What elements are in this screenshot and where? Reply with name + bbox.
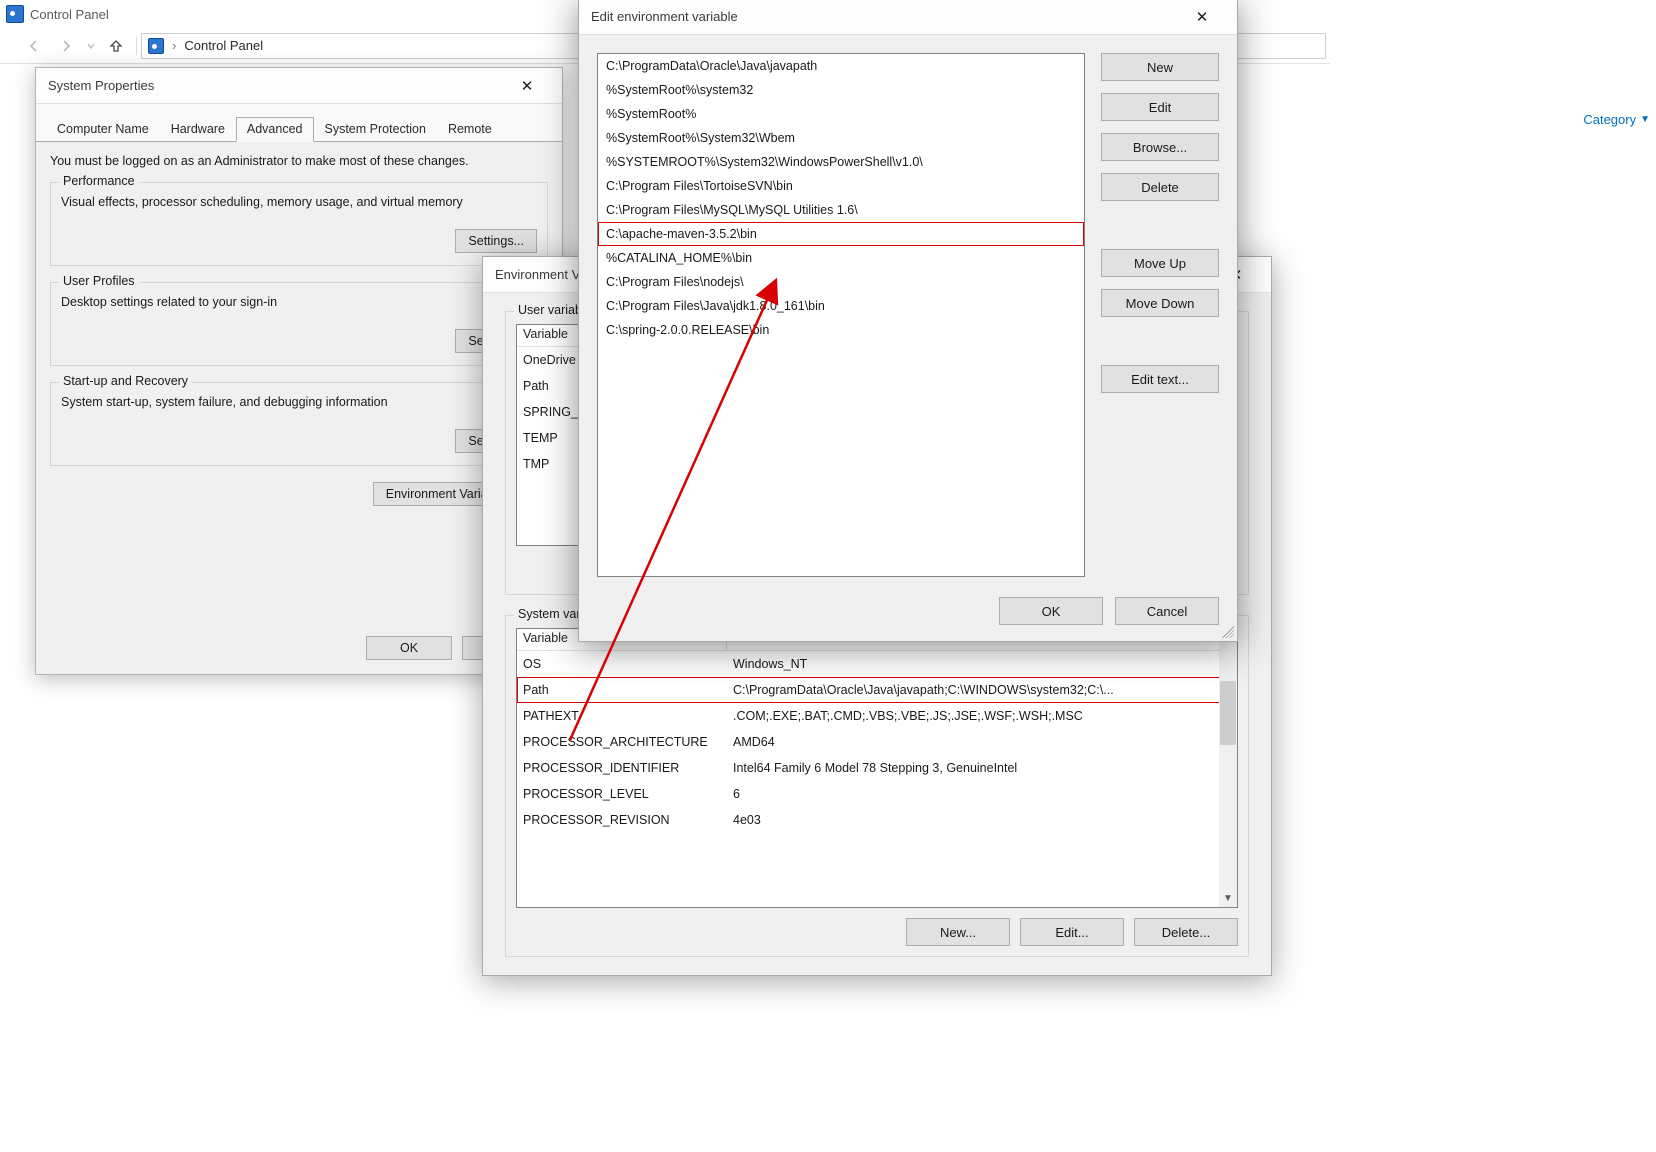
path-entry[interactable]: %SystemRoot% — [598, 102, 1084, 126]
cell-value: 6 — [727, 787, 1237, 801]
breadcrumb-separator-icon: › — [172, 38, 176, 53]
path-entry[interactable]: C:\apache-maven-3.5.2\bin — [598, 222, 1084, 246]
up-button[interactable] — [100, 32, 132, 60]
editdlg-body: C:\ProgramData\Oracle\Java\javapath%Syst… — [579, 35, 1237, 587]
cell-variable: OS — [517, 657, 727, 671]
scrollbar-thumb[interactable] — [1220, 681, 1236, 745]
tab-hardware[interactable]: Hardware — [160, 117, 236, 142]
cell-value: AMD64 — [727, 735, 1237, 749]
startup-recovery-title: Start-up and Recovery — [59, 374, 192, 388]
path-entry[interactable]: C:\ProgramData\Oracle\Java\javapath — [598, 54, 1084, 78]
control-panel-icon — [148, 38, 164, 54]
explorer-title: Control Panel — [30, 7, 109, 22]
sysprops-title: System Properties — [48, 78, 154, 93]
edit-text-button[interactable]: Edit text... — [1101, 365, 1219, 393]
path-entry[interactable]: C:\spring-2.0.0.RELEASE\bin — [598, 318, 1084, 342]
recent-dropdown[interactable] — [82, 32, 100, 60]
cell-variable: PROCESSOR_LEVEL — [517, 787, 727, 801]
cell-value: Windows_NT — [727, 657, 1237, 671]
vertical-scrollbar[interactable]: ▲ ▼ — [1219, 629, 1237, 907]
system-variables-table[interactable]: Variable Value OSWindows_NTPathC:\Progra… — [516, 628, 1238, 908]
path-entry[interactable]: %SystemRoot%\System32\Wbem — [598, 126, 1084, 150]
editdlg-ok-button[interactable]: OK — [999, 597, 1103, 625]
browse-button[interactable]: Browse... — [1101, 133, 1219, 161]
path-entry[interactable]: C:\Program Files\MySQL\MySQL Utilities 1… — [598, 198, 1084, 222]
move-down-button[interactable]: Move Down — [1101, 289, 1219, 317]
tab-system-protection[interactable]: System Protection — [314, 117, 437, 142]
tab-advanced[interactable]: Advanced — [236, 117, 314, 142]
path-entry[interactable]: C:\Program Files\TortoiseSVN\bin — [598, 174, 1084, 198]
table-row[interactable]: PATHEXT.COM;.EXE;.BAT;.CMD;.VBS;.VBE;.JS… — [517, 703, 1237, 729]
cell-value: 4e03 — [727, 813, 1237, 827]
cell-value: C:\ProgramData\Oracle\Java\javapath;C:\W… — [727, 683, 1237, 697]
sysprops-titlebar: System Properties ✕ — [36, 68, 562, 104]
table-row[interactable]: PROCESSOR_ARCHITECTUREAMD64 — [517, 729, 1237, 755]
move-up-button[interactable]: Move Up — [1101, 249, 1219, 277]
sysprops-tabs: Computer Name Hardware Advanced System P… — [36, 104, 562, 142]
forward-button[interactable] — [50, 32, 82, 60]
chevron-down-icon: ▼ — [1640, 114, 1650, 125]
system-variables-group: System variables Variable Value OSWindow… — [505, 615, 1249, 957]
path-entry[interactable]: C:\Program Files\nodejs\ — [598, 270, 1084, 294]
table-row[interactable]: PROCESSOR_REVISION4e03 — [517, 807, 1237, 833]
performance-title: Performance — [59, 174, 139, 188]
system-delete-button[interactable]: Delete... — [1134, 918, 1238, 946]
view-by-dropdown[interactable]: Category ▼ — [1583, 112, 1650, 127]
path-entry[interactable]: %SYSTEMROOT%\System32\WindowsPowerShell\… — [598, 150, 1084, 174]
back-button[interactable] — [18, 32, 50, 60]
table-row[interactable]: PROCESSOR_IDENTIFIERIntel64 Family 6 Mod… — [517, 755, 1237, 781]
close-button[interactable]: ✕ — [504, 72, 550, 100]
table-row[interactable]: PROCESSOR_LEVEL6 — [517, 781, 1237, 807]
user-profiles-title: User Profiles — [59, 274, 139, 288]
tab-computer-name[interactable]: Computer Name — [46, 117, 160, 142]
path-entry[interactable]: %SystemRoot%\system32 — [598, 78, 1084, 102]
nav-divider — [136, 37, 137, 55]
scroll-down-icon[interactable]: ▼ — [1219, 889, 1237, 907]
editdlg-titlebar: Edit environment variable ✕ — [579, 0, 1237, 35]
performance-settings-button[interactable]: Settings... — [455, 229, 537, 253]
tab-remote[interactable]: Remote — [437, 117, 503, 142]
sysprops-ok-button[interactable]: OK — [366, 636, 452, 660]
cell-variable: PROCESSOR_IDENTIFIER — [517, 761, 727, 775]
performance-text: Visual effects, processor scheduling, me… — [61, 191, 537, 209]
startup-recovery-group: Start-up and Recovery System start-up, s… — [50, 382, 548, 466]
cell-variable: PROCESSOR_REVISION — [517, 813, 727, 827]
edit-environment-variable-dialog: Edit environment variable ✕ C:\ProgramDa… — [578, 0, 1238, 642]
cell-variable: Path — [517, 683, 727, 697]
path-entries-list[interactable]: C:\ProgramData\Oracle\Java\javapath%Syst… — [597, 53, 1085, 577]
user-profiles-text: Desktop settings related to your sign-in — [61, 291, 537, 309]
system-edit-button[interactable]: Edit... — [1020, 918, 1124, 946]
cell-variable: PROCESSOR_ARCHITECTURE — [517, 735, 727, 749]
user-profiles-group: User Profiles Desktop settings related t… — [50, 282, 548, 366]
path-entry[interactable]: %CATALINA_HOME%\bin — [598, 246, 1084, 270]
cell-value: .COM;.EXE;.BAT;.CMD;.VBS;.VBE;.JS;.JSE;.… — [727, 709, 1237, 723]
view-by-label: Category — [1583, 112, 1636, 127]
table-row[interactable]: OSWindows_NT — [517, 651, 1237, 677]
new-button[interactable]: New — [1101, 53, 1219, 81]
cell-variable: PATHEXT — [517, 709, 727, 723]
close-button[interactable]: ✕ — [1179, 3, 1225, 31]
control-panel-icon — [6, 5, 24, 23]
breadcrumb-text: Control Panel — [184, 38, 263, 53]
path-entry[interactable]: C:\Program Files\Java\jdk1.8.0_161\bin — [598, 294, 1084, 318]
system-new-button[interactable]: New... — [906, 918, 1010, 946]
admin-note: You must be logged on as an Administrato… — [50, 154, 548, 168]
table-row[interactable]: PathC:\ProgramData\Oracle\Java\javapath;… — [517, 677, 1237, 703]
edit-button[interactable]: Edit — [1101, 93, 1219, 121]
editdlg-title: Edit environment variable — [591, 9, 738, 24]
performance-group: Performance Visual effects, processor sc… — [50, 182, 548, 266]
startup-recovery-text: System start-up, system failure, and deb… — [61, 391, 537, 409]
delete-button[interactable]: Delete — [1101, 173, 1219, 201]
editdlg-cancel-button[interactable]: Cancel — [1115, 597, 1219, 625]
resize-grip-icon[interactable] — [1222, 626, 1234, 638]
editdlg-side-buttons: New Edit Browse... Delete Move Up Move D… — [1101, 53, 1219, 577]
cell-value: Intel64 Family 6 Model 78 Stepping 3, Ge… — [727, 761, 1237, 775]
